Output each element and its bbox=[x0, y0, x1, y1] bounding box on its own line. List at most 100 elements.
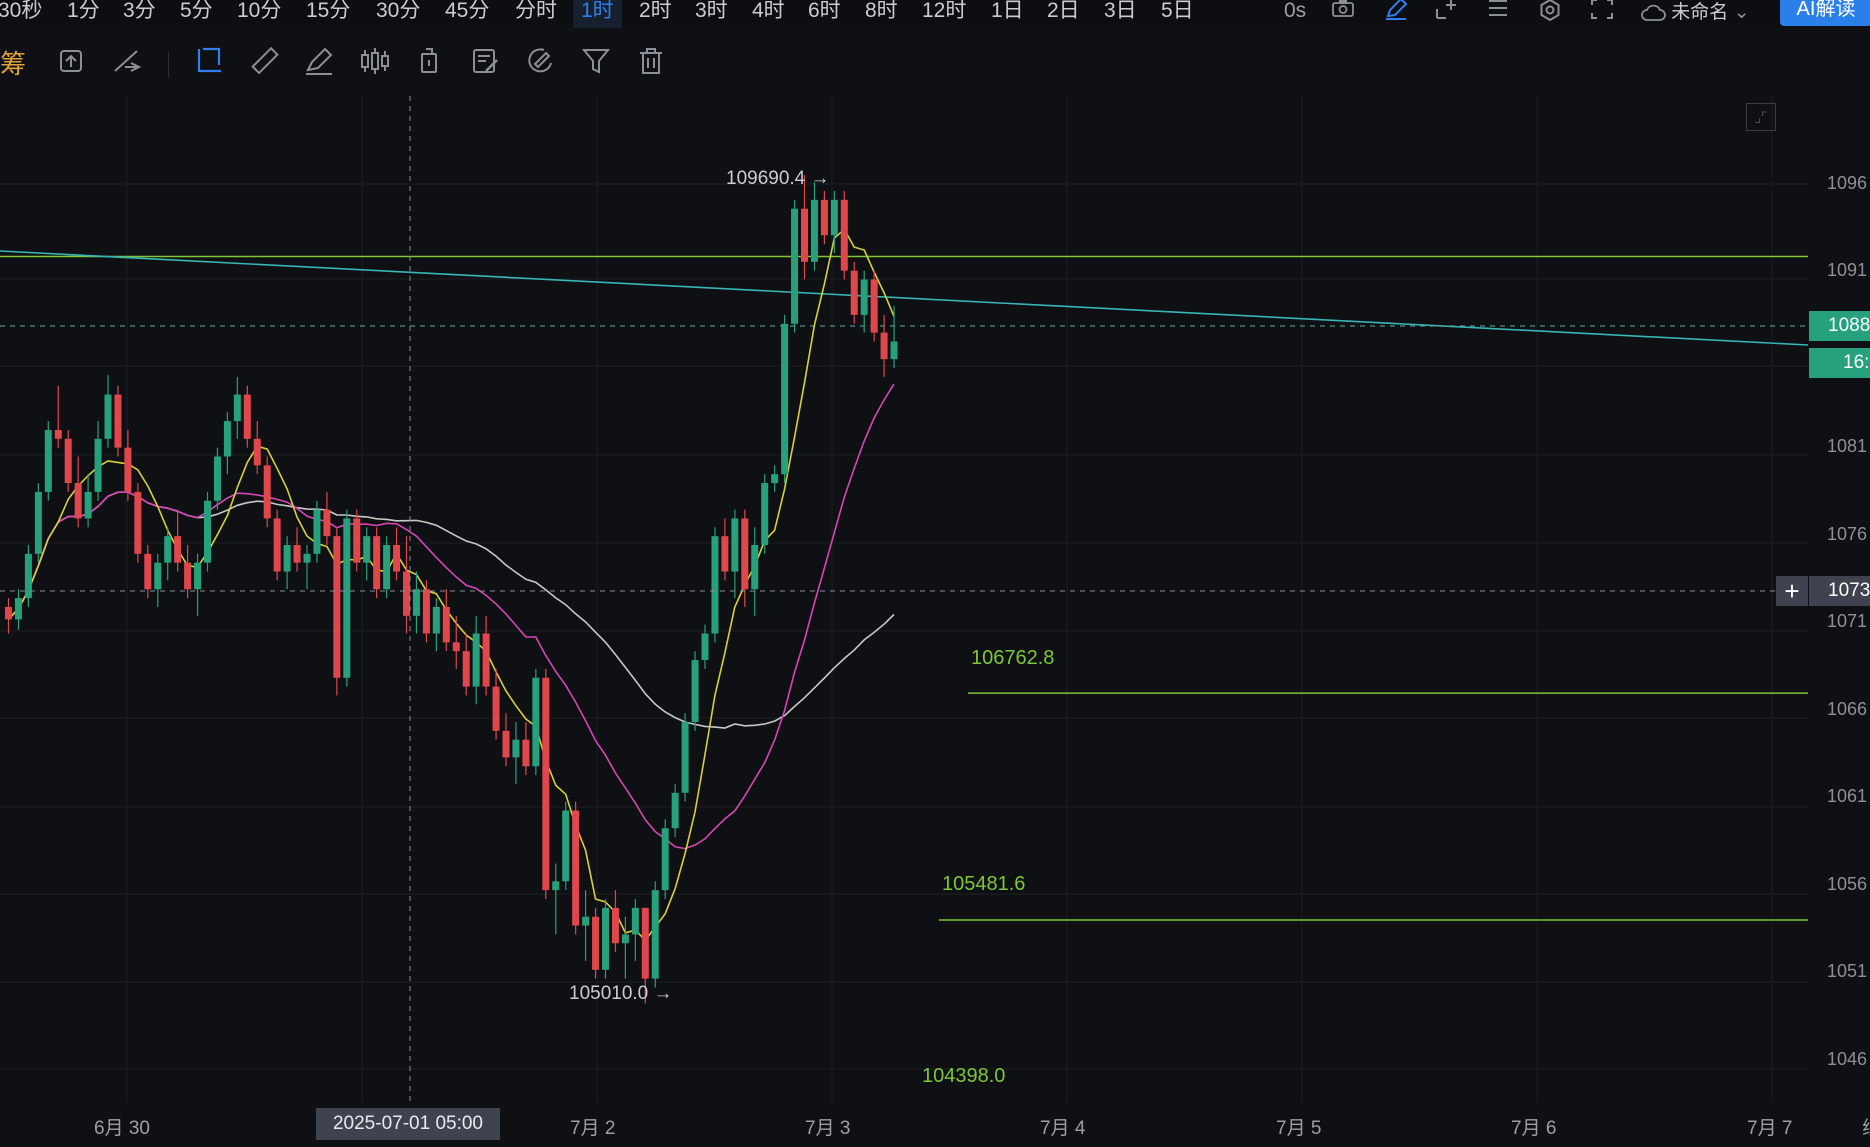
timeframe-2h[interactable]: 2时 bbox=[639, 0, 672, 28]
candle bbox=[24, 545, 32, 607]
timeframe-45m[interactable]: 45分 bbox=[445, 0, 489, 28]
level-label: 105481.6 bbox=[942, 873, 1026, 895]
y-tick-label: 1081 bbox=[1827, 436, 1868, 456]
candle bbox=[721, 518, 729, 581]
candle-body bbox=[731, 518, 739, 572]
timeframe-4h[interactable]: 4时 bbox=[752, 0, 785, 28]
timeframe-3d[interactable]: 3日 bbox=[1104, 0, 1137, 28]
ruler-icon[interactable] bbox=[248, 45, 282, 79]
timeframe-12h[interactable]: 12时 bbox=[922, 0, 966, 28]
add-alert-plus-icon[interactable]: + bbox=[1776, 576, 1808, 606]
candle-body bbox=[681, 722, 689, 793]
fullscreen-icon[interactable] bbox=[1588, 0, 1616, 26]
candle-body bbox=[403, 571, 410, 616]
candle-body bbox=[432, 606, 440, 634]
candle-body bbox=[810, 199, 818, 262]
candle bbox=[482, 615, 490, 696]
camera-icon[interactable] bbox=[1329, 0, 1357, 26]
candle-body bbox=[323, 509, 331, 537]
crosshair-icon[interactable] bbox=[1432, 0, 1460, 26]
y-tick-label: 1061 bbox=[1827, 786, 1868, 806]
timeframe-8h[interactable]: 8时 bbox=[865, 0, 898, 28]
candle-body bbox=[671, 792, 679, 829]
candle bbox=[363, 527, 371, 581]
candle-body bbox=[631, 907, 639, 935]
candle-body bbox=[164, 536, 172, 563]
high-price-label: 109690.4 → bbox=[726, 168, 830, 189]
y-tick-label: 1091 bbox=[1827, 260, 1868, 280]
candle-body bbox=[134, 491, 142, 554]
timeframe-1h[interactable]: 1时 bbox=[573, 0, 622, 28]
ai-interpret-button[interactable]: AI解读 bbox=[1780, 0, 1870, 26]
timeframe-2d[interactable]: 2日 bbox=[1047, 0, 1080, 28]
list-settings-icon[interactable] bbox=[1484, 0, 1512, 26]
collapse-corner-icon[interactable]: ⌟⌜ bbox=[1746, 103, 1776, 131]
candle bbox=[243, 385, 251, 448]
x-axis-settings-label[interactable]: 线 bbox=[1862, 1113, 1870, 1140]
y-tick-label: 1096 bbox=[1827, 173, 1868, 193]
timeframe-3m[interactable]: 3分 bbox=[123, 0, 156, 28]
candle bbox=[403, 536, 410, 634]
timeframe-15m[interactable]: 15分 bbox=[306, 0, 350, 28]
chart-grid bbox=[0, 96, 1808, 1103]
timeframe-intraday[interactable]: 分时 bbox=[515, 0, 557, 28]
timeframe-1m[interactable]: 1分 bbox=[67, 0, 100, 28]
cross-line-icon[interactable] bbox=[111, 45, 145, 79]
candle-body bbox=[890, 341, 898, 360]
crosshair-price-label: 1073 bbox=[1809, 576, 1870, 606]
timeframe-10m[interactable]: 10分 bbox=[237, 0, 281, 28]
candle-body bbox=[791, 208, 799, 324]
candle-body bbox=[572, 810, 580, 926]
timeframe-6h[interactable]: 6时 bbox=[808, 0, 841, 28]
candle bbox=[333, 527, 341, 696]
candle-body bbox=[14, 598, 22, 620]
candle bbox=[5, 598, 12, 634]
brush-icon[interactable] bbox=[303, 45, 337, 79]
candle-body bbox=[263, 465, 271, 519]
candle-body bbox=[223, 421, 231, 457]
settings-icon[interactable] bbox=[1536, 0, 1564, 26]
pencil-icon[interactable] bbox=[1382, 0, 1410, 26]
candle-body bbox=[850, 270, 858, 315]
countdown-tag: 16: bbox=[1809, 348, 1870, 378]
trash-icon[interactable] bbox=[635, 45, 669, 79]
candlestick-chart[interactable] bbox=[0, 96, 1808, 1103]
filter-icon[interactable] bbox=[580, 45, 614, 79]
candle bbox=[194, 553, 202, 616]
candle-body bbox=[781, 323, 789, 475]
timeframe-30s[interactable]: 30秒 bbox=[0, 0, 42, 28]
candle bbox=[64, 429, 72, 492]
candle bbox=[512, 722, 520, 784]
layout-name-dropdown[interactable]: 未命名 ⌄ bbox=[1640, 0, 1750, 24]
candle-body bbox=[452, 642, 460, 652]
candle bbox=[552, 863, 560, 935]
trend-line-icon[interactable] bbox=[193, 45, 227, 79]
note-icon[interactable] bbox=[469, 45, 503, 79]
candle-body bbox=[174, 536, 182, 563]
candle bbox=[253, 421, 261, 475]
candle bbox=[174, 509, 182, 572]
candle bbox=[791, 199, 799, 333]
timeframe-5m[interactable]: 5分 bbox=[180, 0, 213, 28]
sync-icon[interactable] bbox=[55, 45, 89, 79]
cloud-icon bbox=[1640, 2, 1671, 23]
delete-bin-icon[interactable] bbox=[413, 45, 447, 79]
candle bbox=[213, 447, 221, 510]
candle-body bbox=[641, 907, 649, 979]
candle-body bbox=[621, 934, 629, 944]
candle bbox=[741, 509, 749, 607]
candles-icon[interactable] bbox=[358, 45, 392, 79]
candle bbox=[114, 385, 122, 457]
timeframe-5d[interactable]: 5日 bbox=[1161, 0, 1194, 28]
candle bbox=[54, 385, 62, 448]
timeframe-30m[interactable]: 30分 bbox=[376, 0, 420, 28]
candle-body bbox=[353, 518, 361, 563]
chip-distribution-button[interactable]: 筹 bbox=[0, 47, 34, 81]
candle bbox=[154, 553, 162, 607]
magnet-icon[interactable] bbox=[524, 45, 558, 79]
candle-body bbox=[283, 545, 291, 572]
timeframe-3h[interactable]: 3时 bbox=[695, 0, 728, 28]
candle bbox=[731, 509, 739, 599]
candle-body bbox=[651, 890, 659, 979]
timeframe-1d[interactable]: 1日 bbox=[991, 0, 1024, 28]
